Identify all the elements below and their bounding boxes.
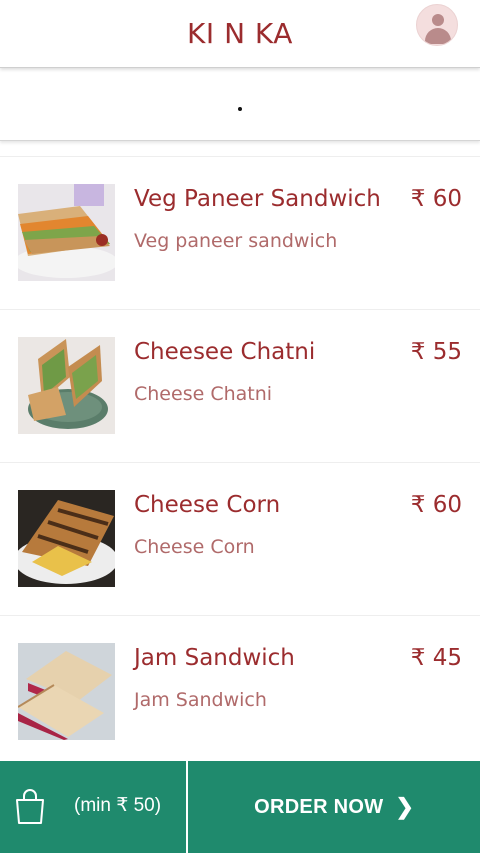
app-header: KI N KA: [0, 0, 480, 68]
cheesee-chatni-image: [18, 337, 115, 434]
menu-item[interactable]: Cheesee Chatni Cheese Chatni ₹ 55: [0, 310, 480, 463]
item-price: ₹ 55: [410, 339, 462, 365]
page-indicator-dot: [238, 107, 242, 111]
item-description: Cheese Chatni: [134, 383, 273, 405]
item-price: ₹ 45: [410, 645, 462, 671]
order-now-label: ORDER NOW: [254, 795, 384, 818]
user-avatar-icon[interactable]: [416, 4, 458, 46]
avatar-body: [425, 28, 451, 44]
item-name: Cheesee Chatni: [134, 339, 316, 365]
chevron-right-icon: ❯: [395, 794, 414, 819]
cart-footer: (min ₹ 50) ORDER NOW ❯: [0, 761, 480, 853]
veg-paneer-sandwich-image: [18, 184, 115, 281]
item-price: ₹ 60: [410, 492, 462, 518]
menu-item[interactable]: Jam Sandwich Jam Sandwich ₹ 45: [0, 616, 480, 769]
avatar-head: [432, 14, 444, 26]
order-now-button[interactable]: ORDER NOW ❯: [188, 761, 480, 853]
item-name: Cheese Corn: [134, 492, 281, 518]
category-bar: [0, 69, 480, 141]
item-price: ₹ 60: [410, 186, 462, 212]
item-name: Veg Paneer Sandwich: [134, 186, 381, 212]
shopping-bag-icon: [16, 789, 44, 824]
item-name: Jam Sandwich: [134, 645, 295, 671]
cheese-corn-image: [18, 490, 115, 587]
menu-list: Veg Paneer Sandwich Veg paneer sandwich …: [0, 156, 480, 769]
cart-summary[interactable]: (min ₹ 50): [0, 761, 186, 853]
item-description: Veg paneer sandwich: [134, 230, 338, 252]
menu-item[interactable]: Cheese Corn Cheese Corn ₹ 60: [0, 463, 480, 616]
brand-title: KI N KA: [187, 17, 293, 50]
item-description: Cheese Corn: [134, 536, 255, 558]
item-description: Jam Sandwich: [134, 689, 267, 711]
jam-sandwich-image: [18, 643, 115, 740]
minimum-order-label: (min ₹ 50): [74, 795, 162, 816]
menu-item[interactable]: Veg Paneer Sandwich Veg paneer sandwich …: [0, 157, 480, 310]
